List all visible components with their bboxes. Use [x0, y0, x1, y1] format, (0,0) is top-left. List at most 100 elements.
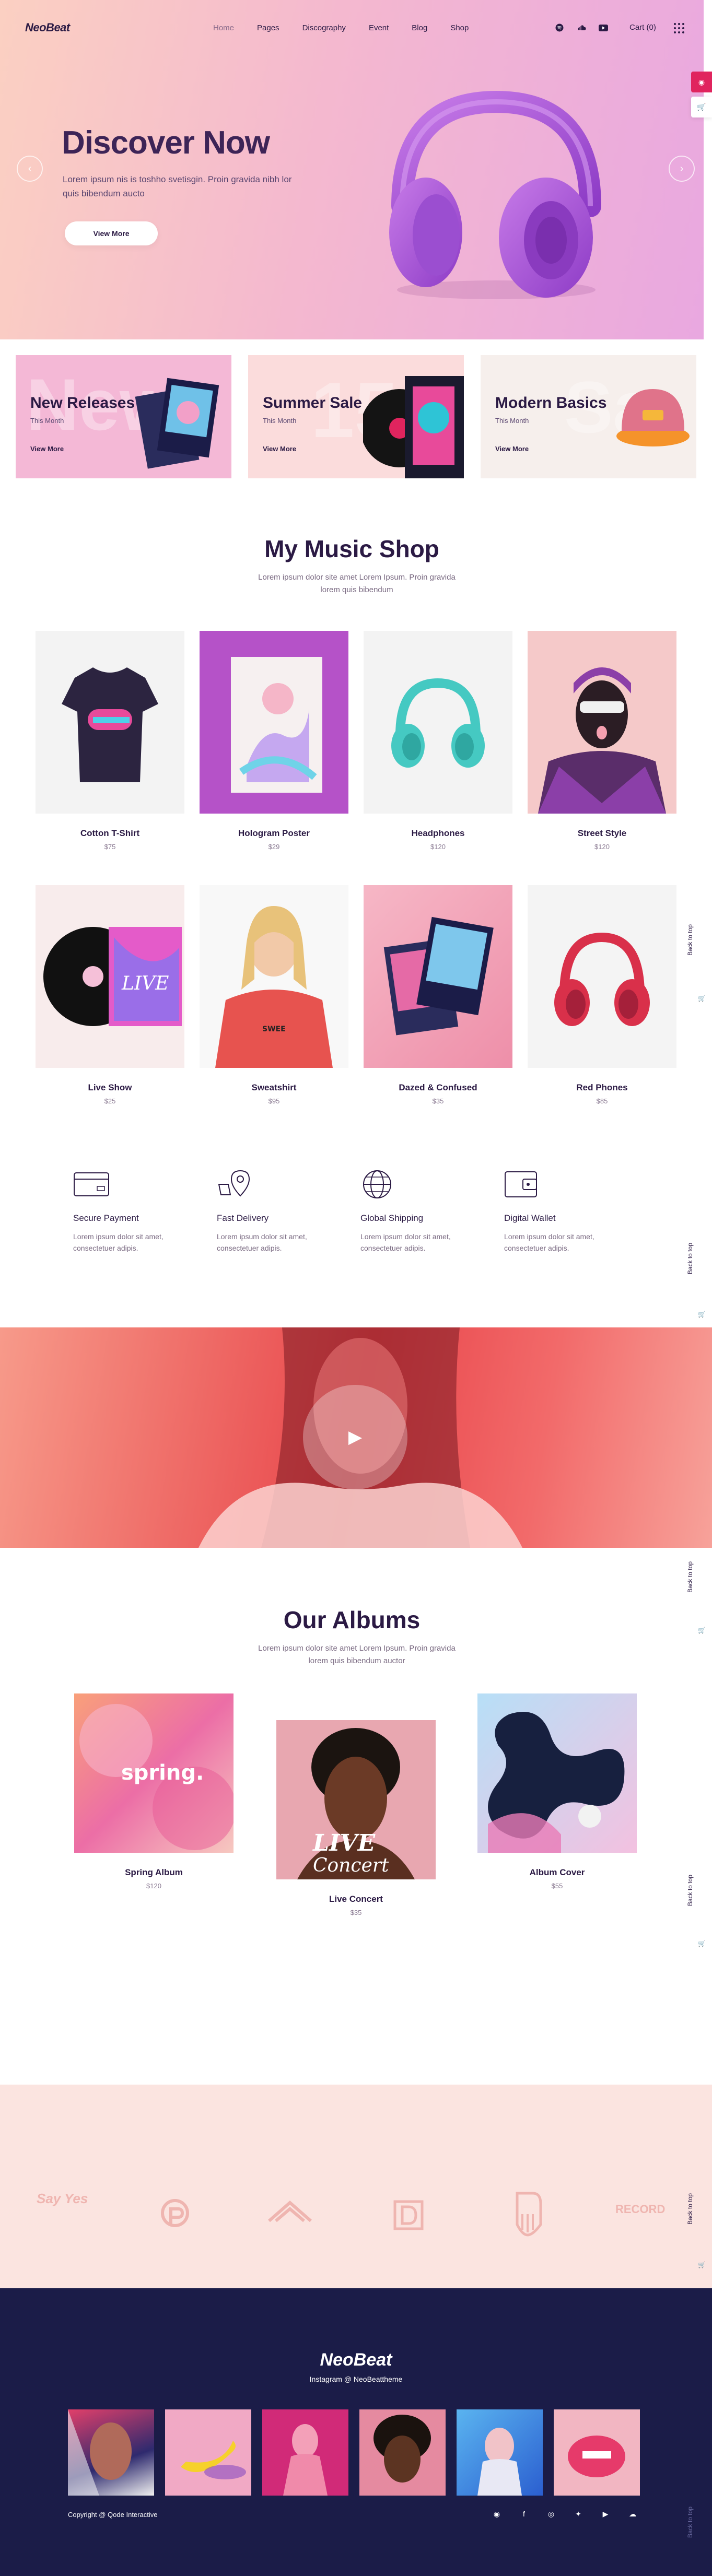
product-card[interactable]: Street Style $120 — [528, 631, 676, 851]
arrow-left-circle-icon[interactable]: ‹ — [17, 156, 43, 182]
grid-menu-icon[interactable] — [674, 23, 684, 33]
back-to-top-link[interactable]: Back to top — [686, 2193, 694, 2225]
product-card[interactable]: Headphones $120 — [364, 631, 512, 851]
album-card[interactable]: LIVE Concert Live Concert $35 — [276, 1720, 436, 1916]
instagram-photo[interactable] — [457, 2409, 543, 2496]
product-price: $120 — [594, 843, 610, 851]
menu-item-event[interactable]: Event — [369, 23, 389, 32]
client-logo-p[interactable] — [159, 2197, 191, 2232]
album-name[interactable]: Live Concert — [276, 1894, 436, 1904]
location-pin-icon — [218, 1170, 250, 1197]
product-name[interactable]: Red Phones — [528, 1083, 676, 1093]
youtube-icon[interactable] — [599, 23, 608, 32]
credit-card-icon — [74, 1172, 109, 1196]
back-to-top-link[interactable]: Back to top — [686, 924, 694, 956]
album-price: $35 — [350, 1909, 362, 1916]
site-logo[interactable]: NeoBeat — [25, 21, 70, 34]
album-cover[interactable]: spring. — [74, 1693, 234, 1853]
back-to-top-link[interactable]: Back to top — [686, 2507, 694, 2538]
side-cart-icon[interactable]: 🛒 — [691, 97, 712, 117]
promo-summer-sale[interactable]: 15 Summer Sale This Month View More — [248, 355, 464, 478]
product-image[interactable] — [528, 631, 676, 814]
instagram-icon[interactable]: ◎ — [546, 2510, 556, 2519]
youtube-icon[interactable]: ▶ — [601, 2510, 610, 2519]
cart-mini-icon[interactable]: 🛒 — [698, 1627, 706, 1634]
product-card[interactable]: LIVE Live Show $25 — [36, 885, 184, 1105]
product-image[interactable] — [200, 631, 348, 814]
promo-title: Modern Basics — [495, 394, 607, 411]
client-logo-d[interactable] — [393, 2199, 424, 2234]
menu-item-discography[interactable]: Discography — [302, 23, 346, 32]
side-demo-icon[interactable]: ◉ — [691, 72, 712, 92]
feature-fast-delivery: Fast Delivery Lorem ipsum dolor sit amet… — [217, 1169, 332, 1254]
client-logo-piano[interactable] — [512, 2188, 543, 2244]
instagram-photo[interactable] — [262, 2409, 348, 2496]
instagram-photo[interactable] — [68, 2409, 154, 2496]
promo-view-more-link[interactable]: View More — [263, 445, 296, 453]
cart-link[interactable]: Cart (0) — [629, 23, 656, 32]
product-name[interactable]: Live Show — [36, 1083, 184, 1093]
product-card[interactable]: Cotton T-Shirt $75 — [36, 631, 184, 851]
promo-modern-basics[interactable]: Sa Modern Basics This Month View More — [481, 355, 696, 478]
promo-title: New Releases — [30, 394, 135, 411]
album-name[interactable]: Spring Album — [74, 1867, 234, 1878]
hero-view-more-button[interactable]: View More — [65, 221, 158, 245]
facebook-icon[interactable]: f — [519, 2510, 529, 2519]
product-name[interactable]: Cotton T-Shirt — [36, 828, 184, 839]
album-cover[interactable] — [477, 1693, 637, 1853]
product-name[interactable]: Headphones — [364, 828, 512, 839]
promo-view-more-link[interactable]: View More — [495, 445, 529, 453]
client-logo-say-yes[interactable]: Say Yes — [37, 2191, 88, 2207]
product-card[interactable]: Dazed & Confused $35 — [364, 885, 512, 1105]
product-image[interactable] — [36, 631, 184, 814]
product-image[interactable] — [364, 885, 512, 1068]
menu-item-pages[interactable]: Pages — [257, 23, 279, 32]
back-to-top-link[interactable]: Back to top — [686, 1561, 694, 1593]
album-cover[interactable]: LIVE Concert — [276, 1720, 436, 1879]
play-video-icon[interactable]: ▶ — [303, 1385, 407, 1489]
twitter-icon[interactable]: ✦ — [574, 2510, 583, 2519]
promo-new-releases[interactable]: New New Releases This Month View More — [16, 355, 231, 478]
footer-instagram-handle[interactable]: Instagram @ NeoBeattheme — [0, 2375, 712, 2383]
feature-title: Secure Payment — [73, 1213, 139, 1223]
promo-view-more-link[interactable]: View More — [30, 445, 64, 453]
instagram-photo[interactable] — [359, 2409, 446, 2496]
client-logo-record[interactable]: RECORD — [615, 2203, 665, 2216]
menu-item-home[interactable]: Home — [213, 23, 234, 32]
product-price: $120 — [430, 843, 446, 851]
product-image[interactable]: SWEE — [200, 885, 348, 1068]
feature-text: Lorem ipsum dolor sit amet, consectetuer… — [217, 1232, 307, 1252]
cart-mini-icon[interactable]: 🛒 — [698, 1311, 706, 1318]
product-card[interactable]: Red Phones $85 — [528, 885, 676, 1105]
client-logo-mountain[interactable] — [266, 2197, 313, 2232]
product-image[interactable] — [364, 631, 512, 814]
instagram-photo[interactable] — [165, 2409, 251, 2496]
soundcloud-icon[interactable]: ☁ — [628, 2510, 637, 2519]
menu-item-shop[interactable]: Shop — [450, 23, 469, 32]
product-card[interactable]: Hologram Poster $29 — [200, 631, 348, 851]
album-name[interactable]: Album Cover — [477, 1867, 637, 1878]
product-image[interactable]: LIVE — [36, 885, 184, 1068]
cart-mini-icon[interactable]: 🛒 — [698, 2261, 706, 2268]
product-card[interactable]: SWEE Sweatshirt $95 — [200, 885, 348, 1105]
menu-item-blog[interactable]: Blog — [412, 23, 427, 32]
spotify-icon[interactable]: ◉ — [492, 2510, 501, 2519]
back-to-top-link[interactable]: Back to top — [686, 1243, 694, 1274]
album-card[interactable]: spring. Spring Album $120 — [74, 1693, 234, 1890]
instagram-photo[interactable] — [554, 2409, 640, 2496]
product-name[interactable]: Sweatshirt — [200, 1083, 348, 1093]
back-to-top-link[interactable]: Back to top — [686, 1875, 694, 1906]
cart-mini-icon[interactable]: 🛒 — [698, 1940, 706, 1947]
shop-title: My Music Shop — [264, 535, 439, 562]
album-card[interactable]: Album Cover $55 — [477, 1693, 637, 1890]
albums-subtitle: Lorem ipsum dolor site amet Lorem Ipsum.… — [258, 1644, 456, 1665]
product-image[interactable] — [528, 885, 676, 1068]
footer-logo[interactable]: NeoBeat — [0, 2350, 712, 2370]
cart-mini-icon[interactable]: 🛒 — [698, 995, 706, 1002]
arrow-right-circle-icon[interactable]: › — [669, 156, 695, 182]
product-name[interactable]: Dazed & Confused — [364, 1083, 512, 1093]
product-name[interactable]: Hologram Poster — [200, 828, 348, 839]
product-name[interactable]: Street Style — [528, 828, 676, 839]
spotify-icon[interactable] — [555, 23, 564, 32]
soundcloud-icon[interactable] — [577, 23, 586, 32]
